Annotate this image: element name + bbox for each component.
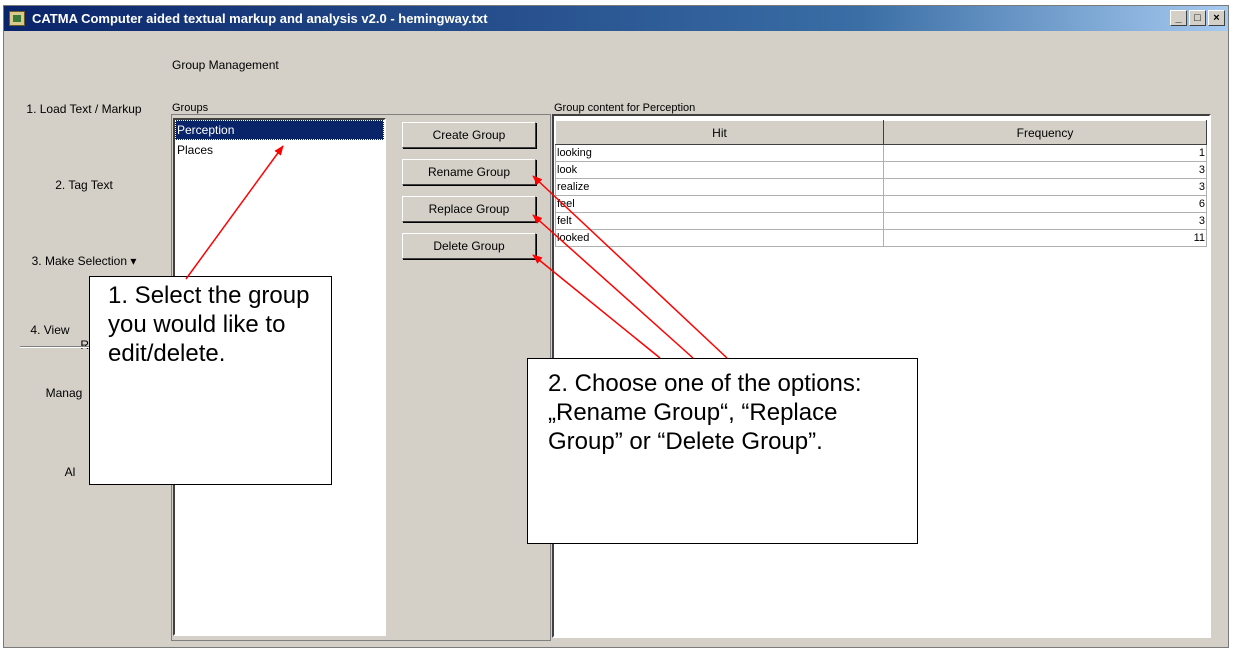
group-item-perception[interactable]: Perception	[175, 120, 384, 140]
close-icon[interactable]: ×	[1208, 10, 1225, 26]
app-icon	[9, 11, 25, 26]
group-item-places[interactable]: Places	[175, 140, 384, 160]
frequency-cell: 3	[883, 178, 1207, 196]
frequency-cell: 1	[883, 144, 1207, 162]
hits-table: Hit Frequency looking 1 look 3 realize 3…	[555, 120, 1207, 247]
table-row[interactable]: looked 11	[555, 229, 1207, 247]
column-header-hit[interactable]: Hit	[555, 120, 884, 145]
frequency-cell: 11	[883, 229, 1207, 247]
nav-load-text[interactable]: 1. Load Text / Markup	[0, 102, 168, 116]
frequency-cell: 6	[883, 195, 1207, 213]
table-row[interactable]: realize 3	[555, 178, 1207, 196]
hit-cell: looked	[555, 229, 884, 247]
hit-cell: looking	[555, 144, 884, 162]
frequency-cell: 3	[883, 212, 1207, 230]
window-title: CATMA Computer aided textual markup and …	[32, 11, 488, 26]
title-bar: CATMA Computer aided textual markup and …	[4, 6, 1228, 31]
hit-cell: look	[555, 161, 884, 179]
minimize-icon[interactable]: _	[1170, 10, 1187, 26]
instruction-callout-select-group: 1. Select the group you would like to ed…	[89, 276, 332, 485]
delete-group-button[interactable]: Delete Group	[402, 233, 536, 259]
frequency-cell: 3	[883, 161, 1207, 179]
hit-cell: realize	[555, 178, 884, 196]
nav-tag-text[interactable]: 2. Tag Text	[0, 178, 168, 192]
table-row[interactable]: feel 6	[555, 195, 1207, 213]
window-controls: _ □ ×	[1170, 10, 1225, 26]
create-group-button[interactable]: Create Group	[402, 122, 536, 148]
nav-make-selection[interactable]: 3. Make Selection ▾	[0, 254, 168, 268]
table-row[interactable]: look 3	[555, 161, 1207, 179]
group-content-label: Group content for Perception	[554, 102, 696, 114]
replace-group-button[interactable]: Replace Group	[402, 196, 536, 222]
column-header-frequency[interactable]: Frequency	[883, 120, 1207, 145]
table-row[interactable]: felt 3	[555, 212, 1207, 230]
table-row[interactable]: looking 1	[555, 144, 1207, 162]
groups-label: Groups	[172, 102, 209, 114]
hit-cell: felt	[555, 212, 884, 230]
maximize-icon[interactable]: □	[1189, 10, 1206, 26]
instruction-callout-choose-option: 2. Choose one of the options: „Rename Gr…	[527, 358, 918, 544]
rename-group-button[interactable]: Rename Group	[402, 159, 536, 185]
section-title: Group Management	[172, 58, 279, 72]
hit-cell: feel	[555, 195, 884, 213]
